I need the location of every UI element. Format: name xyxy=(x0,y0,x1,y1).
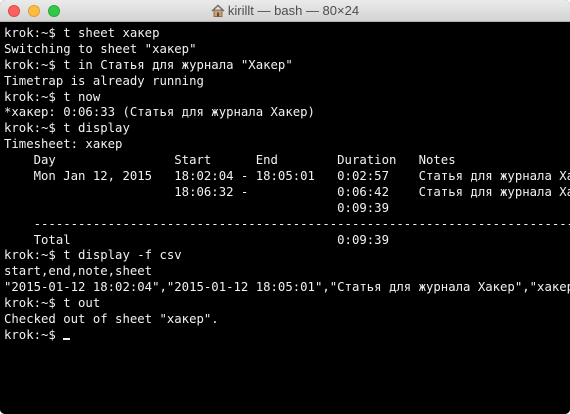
terminal-line: Timesheet: хакер xyxy=(4,137,123,152)
terminal-line: krok:~$ t now xyxy=(4,89,101,104)
terminal-line: 0:09:39 xyxy=(4,200,389,215)
terminal-line: "2015-01-12 18:02:04","2015-01-12 18:05:… xyxy=(4,280,570,295)
terminal-line: Day Start End Duration Notes xyxy=(4,153,456,168)
home-folder-icon xyxy=(211,2,225,24)
terminal-line: Checked out of sheet "хакер". xyxy=(4,312,219,327)
terminal-prompt-line[interactable]: krok:~$ xyxy=(4,328,570,344)
text-cursor xyxy=(63,337,71,340)
window-title-text: kirillt — bash — 80×24 xyxy=(227,3,360,18)
terminal-line: krok:~$ t out xyxy=(4,296,101,311)
title-bar[interactable]: kirillt — bash — 80×24 xyxy=(0,0,570,22)
terminal-line: Switching to sheet "хакер" xyxy=(4,41,197,56)
terminal-line: krok:~$ t in Статья для журнала "Хакер" xyxy=(4,57,293,72)
terminal-output[interactable]: krok:~$ t sheet хакер Switching to sheet… xyxy=(0,22,570,414)
terminal-window: kirillt — bash — 80×24 krok:~$ t sheet х… xyxy=(0,0,570,414)
terminal-line: Mon Jan 12, 2015 18:02:04 - 18:05:01 0:0… xyxy=(4,169,570,184)
terminal-line: Total 0:09:39 xyxy=(4,232,389,247)
terminal-line: Timetrap is already running xyxy=(4,73,204,88)
terminal-line: 18:06:32 - 0:06:42 Статья для журнала Ха… xyxy=(4,184,570,199)
terminal-line: *хакер: 0:06:33 (Статья для журнала Хаке… xyxy=(4,105,315,120)
window-title: kirillt — bash — 80×24 xyxy=(0,0,570,22)
terminal-line: krok:~$ t display xyxy=(4,121,130,136)
terminal-line: krok:~$ t sheet хакер xyxy=(4,26,160,40)
terminal-line: start,end,note,sheet xyxy=(4,264,153,279)
prompt-text: krok:~$ xyxy=(4,327,64,342)
terminal-line: ----------------------------------------… xyxy=(4,216,570,231)
terminal-line: krok:~$ t display -f csv xyxy=(4,248,182,263)
